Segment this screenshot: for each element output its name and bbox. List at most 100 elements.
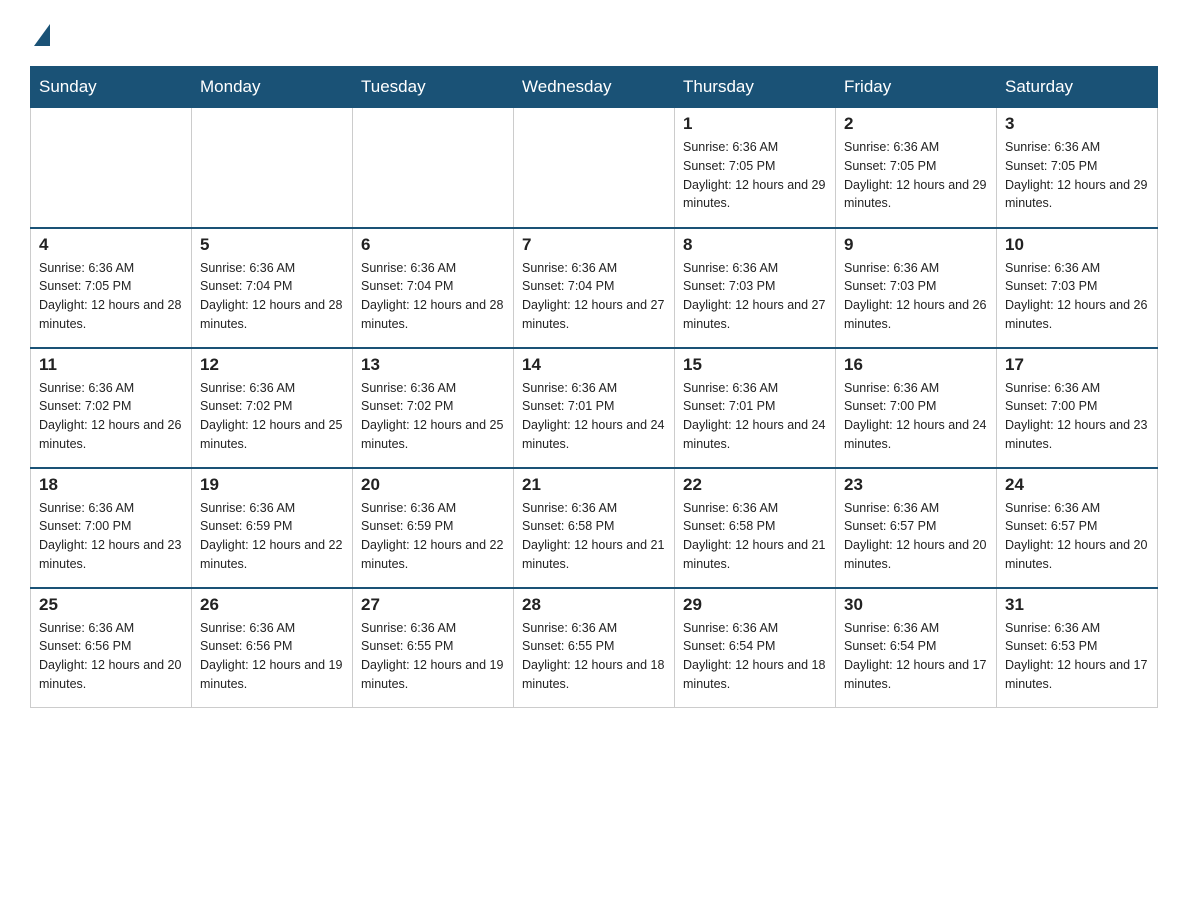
day-info: Sunrise: 6:36 AMSunset: 6:59 PMDaylight:…: [200, 499, 344, 574]
day-info: Sunrise: 6:36 AMSunset: 6:56 PMDaylight:…: [200, 619, 344, 694]
logo-triangle-icon: [34, 24, 50, 46]
day-info: Sunrise: 6:36 AMSunset: 7:02 PMDaylight:…: [361, 379, 505, 454]
day-info: Sunrise: 6:36 AMSunset: 6:54 PMDaylight:…: [683, 619, 827, 694]
day-number: 3: [1005, 114, 1149, 134]
day-info: Sunrise: 6:36 AMSunset: 7:02 PMDaylight:…: [39, 379, 183, 454]
calendar-cell: [514, 108, 675, 228]
calendar-cell: 10Sunrise: 6:36 AMSunset: 7:03 PMDayligh…: [997, 228, 1158, 348]
calendar-cell: 2 Sunrise: 6:36 AMSunset: 7:05 PMDaylight…: [836, 108, 997, 228]
day-info: Sunrise: 6:36 AMSunset: 7:00 PMDaylight:…: [39, 499, 183, 574]
day-number: 25: [39, 595, 183, 615]
day-number: 26: [200, 595, 344, 615]
day-number: 18: [39, 475, 183, 495]
calendar-cell: 20 Sunrise: 6:36 AMSunset: 6:59 PMDayligh…: [353, 468, 514, 588]
day-number: 29: [683, 595, 827, 615]
calendar-cell: 8Sunrise: 6:36 AMSunset: 7:03 PMDaylight…: [675, 228, 836, 348]
day-info: Sunrise: 6:36 AMSunset: 7:02 PMDaylight:…: [200, 379, 344, 454]
day-number: 16: [844, 355, 988, 375]
day-info: Sunrise: 6:36 AMSunset: 7:01 PMDaylight:…: [683, 379, 827, 454]
calendar-cell: 16 Sunrise: 6:36 AMSunset: 7:00 PMDayligh…: [836, 348, 997, 468]
calendar-cell: 9 Sunrise: 6:36 AMSunset: 7:03 PMDaylight…: [836, 228, 997, 348]
day-number: 15: [683, 355, 827, 375]
calendar-cell: 1 Sunrise: 6:36 AMSunset: 7:05 PMDaylight…: [675, 108, 836, 228]
day-number: 19: [200, 475, 344, 495]
day-info: Sunrise: 6:36 AMSunset: 6:55 PMDaylight:…: [361, 619, 505, 694]
day-info: Sunrise: 6:36 AMSunset: 6:56 PMDaylight:…: [39, 619, 183, 694]
day-info: Sunrise: 6:36 AMSunset: 6:53 PMDaylight:…: [1005, 619, 1149, 694]
day-number: 12: [200, 355, 344, 375]
calendar-week-row: 4 Sunrise: 6:36 AMSunset: 7:05 PMDaylight…: [31, 228, 1158, 348]
calendar-cell: 30 Sunrise: 6:36 AMSunset: 6:54 PMDayligh…: [836, 588, 997, 708]
day-info: Sunrise: 6:36 AMSunset: 7:04 PMDaylight:…: [361, 259, 505, 334]
day-info: Sunrise: 6:36 AMSunset: 7:03 PMDaylight:…: [844, 259, 988, 334]
calendar-cell: 28 Sunrise: 6:36 AMSunset: 6:55 PMDayligh…: [514, 588, 675, 708]
calendar-week-row: 25 Sunrise: 6:36 AMSunset: 6:56 PMDayligh…: [31, 588, 1158, 708]
calendar-cell: 14Sunrise: 6:36 AMSunset: 7:01 PMDayligh…: [514, 348, 675, 468]
day-info: Sunrise: 6:36 AMSunset: 7:03 PMDaylight:…: [1005, 259, 1149, 334]
calendar-cell: 26 Sunrise: 6:36 AMSunset: 6:56 PMDayligh…: [192, 588, 353, 708]
calendar-cell: 31 Sunrise: 6:36 AMSunset: 6:53 PMDayligh…: [997, 588, 1158, 708]
calendar-cell: 19 Sunrise: 6:36 AMSunset: 6:59 PMDayligh…: [192, 468, 353, 588]
calendar-cell: 5 Sunrise: 6:36 AMSunset: 7:04 PMDaylight…: [192, 228, 353, 348]
calendar-cell: 11 Sunrise: 6:36 AMSunset: 7:02 PMDayligh…: [31, 348, 192, 468]
calendar-cell: 24 Sunrise: 6:36 AMSunset: 6:57 PMDayligh…: [997, 468, 1158, 588]
day-number: 11: [39, 355, 183, 375]
calendar-cell: [192, 108, 353, 228]
day-info: Sunrise: 6:36 AMSunset: 7:00 PMDaylight:…: [1005, 379, 1149, 454]
day-number: 24: [1005, 475, 1149, 495]
day-info: Sunrise: 6:36 AMSunset: 6:54 PMDaylight:…: [844, 619, 988, 694]
day-info: Sunrise: 6:36 AMSunset: 7:01 PMDaylight:…: [522, 379, 666, 454]
weekday-header-monday: Monday: [192, 67, 353, 108]
day-number: 17: [1005, 355, 1149, 375]
calendar-cell: 23Sunrise: 6:36 AMSunset: 6:57 PMDayligh…: [836, 468, 997, 588]
calendar-cell: 27 Sunrise: 6:36 AMSunset: 6:55 PMDayligh…: [353, 588, 514, 708]
day-number: 20: [361, 475, 505, 495]
day-info: Sunrise: 6:36 AMSunset: 6:57 PMDaylight:…: [844, 499, 988, 574]
calendar-cell: 18 Sunrise: 6:36 AMSunset: 7:00 PMDayligh…: [31, 468, 192, 588]
day-number: 2: [844, 114, 988, 134]
day-info: Sunrise: 6:36 AMSunset: 7:05 PMDaylight:…: [683, 138, 827, 213]
calendar-cell: 6 Sunrise: 6:36 AMSunset: 7:04 PMDaylight…: [353, 228, 514, 348]
day-info: Sunrise: 6:36 AMSunset: 7:04 PMDaylight:…: [522, 259, 666, 334]
calendar-cell: [31, 108, 192, 228]
day-number: 9: [844, 235, 988, 255]
day-info: Sunrise: 6:36 AMSunset: 7:04 PMDaylight:…: [200, 259, 344, 334]
day-number: 1: [683, 114, 827, 134]
day-number: 13: [361, 355, 505, 375]
day-number: 28: [522, 595, 666, 615]
weekday-header-thursday: Thursday: [675, 67, 836, 108]
calendar-week-row: 11 Sunrise: 6:36 AMSunset: 7:02 PMDayligh…: [31, 348, 1158, 468]
logo: [30, 20, 52, 46]
day-info: Sunrise: 6:36 AMSunset: 6:55 PMDaylight:…: [522, 619, 666, 694]
day-info: Sunrise: 6:36 AMSunset: 7:05 PMDaylight:…: [844, 138, 988, 213]
day-info: Sunrise: 6:36 AMSunset: 7:00 PMDaylight:…: [844, 379, 988, 454]
day-number: 21: [522, 475, 666, 495]
day-number: 4: [39, 235, 183, 255]
day-info: Sunrise: 6:36 AMSunset: 6:59 PMDaylight:…: [361, 499, 505, 574]
day-number: 5: [200, 235, 344, 255]
calendar-week-row: 1 Sunrise: 6:36 AMSunset: 7:05 PMDaylight…: [31, 108, 1158, 228]
day-info: Sunrise: 6:36 AMSunset: 7:05 PMDaylight:…: [1005, 138, 1149, 213]
day-info: Sunrise: 6:36 AMSunset: 6:57 PMDaylight:…: [1005, 499, 1149, 574]
calendar-cell: 22Sunrise: 6:36 AMSunset: 6:58 PMDayligh…: [675, 468, 836, 588]
day-info: Sunrise: 6:36 AMSunset: 7:03 PMDaylight:…: [683, 259, 827, 334]
day-number: 22: [683, 475, 827, 495]
day-number: 30: [844, 595, 988, 615]
calendar-cell: 29 Sunrise: 6:36 AMSunset: 6:54 PMDayligh…: [675, 588, 836, 708]
day-number: 31: [1005, 595, 1149, 615]
page-header: [30, 20, 1158, 46]
day-info: Sunrise: 6:36 AMSunset: 7:05 PMDaylight:…: [39, 259, 183, 334]
weekday-header-wednesday: Wednesday: [514, 67, 675, 108]
day-number: 27: [361, 595, 505, 615]
calendar-week-row: 18 Sunrise: 6:36 AMSunset: 7:00 PMDayligh…: [31, 468, 1158, 588]
calendar-cell: 17 Sunrise: 6:36 AMSunset: 7:00 PMDayligh…: [997, 348, 1158, 468]
calendar-cell: 13 Sunrise: 6:36 AMSunset: 7:02 PMDayligh…: [353, 348, 514, 468]
calendar-cell: 15 Sunrise: 6:36 AMSunset: 7:01 PMDayligh…: [675, 348, 836, 468]
weekday-header-friday: Friday: [836, 67, 997, 108]
calendar-cell: 7Sunrise: 6:36 AMSunset: 7:04 PMDaylight…: [514, 228, 675, 348]
calendar-cell: 12 Sunrise: 6:36 AMSunset: 7:02 PMDayligh…: [192, 348, 353, 468]
weekday-header-row: SundayMondayTuesdayWednesdayThursdayFrid…: [31, 67, 1158, 108]
day-number: 6: [361, 235, 505, 255]
calendar-table: SundayMondayTuesdayWednesdayThursdayFrid…: [30, 66, 1158, 708]
calendar-cell: 25 Sunrise: 6:36 AMSunset: 6:56 PMDayligh…: [31, 588, 192, 708]
